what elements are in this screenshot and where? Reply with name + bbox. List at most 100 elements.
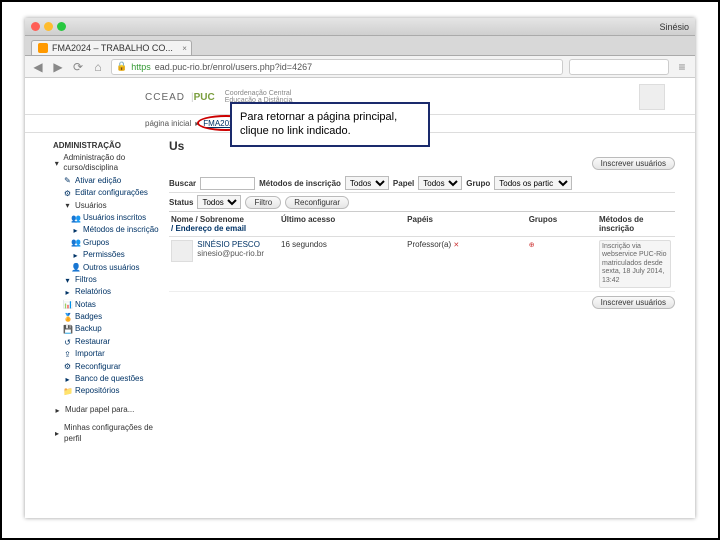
logo-puc: PUC <box>194 92 215 103</box>
sidebar-item-methods[interactable]: ▸Métodos de inscrição <box>53 224 161 236</box>
menu-icon[interactable]: ≡ <box>675 60 689 74</box>
sidebar-item-edit[interactable]: ✎Ativar edição <box>53 175 161 187</box>
system-user-chip: Sinésio <box>659 22 689 32</box>
enroll-users-button-bottom[interactable]: Inscrever usuários <box>592 296 675 309</box>
back-icon[interactable]: ◀ <box>31 60 45 74</box>
sidebar-label: Badges <box>75 312 102 322</box>
sidebar-item-otherusers[interactable]: 👤Outros usuários <box>53 262 161 274</box>
users-icon: 👥 <box>71 214 80 223</box>
forward-icon[interactable]: ▶ <box>51 60 65 74</box>
favicon-icon <box>38 43 48 53</box>
reset-button[interactable]: Reconfigurar <box>285 196 349 209</box>
breadcrumb-home[interactable]: página inicial <box>145 119 191 128</box>
sidebar-subgroup-users[interactable]: ▾Usuários <box>53 200 161 212</box>
tab-close-icon[interactable]: × <box>182 44 187 53</box>
sidebar-item-badges[interactable]: 🏅Badges <box>53 311 161 323</box>
sidebar-label: Reconfigurar <box>75 362 121 372</box>
chart-icon: 📊 <box>63 300 72 309</box>
sidebar-group-admin[interactable]: ▾Administração do curso/disciplina <box>53 152 161 175</box>
browser-search-input[interactable] <box>569 59 669 75</box>
folder-icon: 📁 <box>63 387 72 396</box>
logo-ccead: CCEAD <box>145 92 185 103</box>
enroll-users-button[interactable]: Inscrever usuários <box>592 157 675 170</box>
pencil-icon: ✎ <box>63 176 72 185</box>
restore-icon: ↺ <box>63 338 72 347</box>
sidebar-item-filters[interactable]: ▾Filtros <box>53 274 161 286</box>
sidebar-label: Usuários inscritos <box>83 213 146 223</box>
methods-select[interactable]: Todos <box>345 176 389 190</box>
role-label: Papel <box>393 179 414 188</box>
sidebar-label: Relatórios <box>75 287 111 297</box>
sidebar: ADMINISTRAÇÃO ▾Administração do curso/di… <box>53 139 161 445</box>
gear-icon: ⚙ <box>63 362 72 371</box>
col-roles[interactable]: Papéis <box>405 212 527 237</box>
enroll-row-top: Inscrever usuários <box>169 157 675 170</box>
sidebar-item-backup[interactable]: 💾Backup <box>53 323 161 335</box>
browser-tab[interactable]: FMA2024 – TRABALHO CO... × <box>31 40 192 55</box>
filter-row-2: Status Todos Filtro Reconfigurar <box>169 193 675 212</box>
chevron-down-icon: ▾ <box>53 159 60 168</box>
sidebar-item-groups[interactable]: 👥Grupos <box>53 237 161 249</box>
col-methods[interactable]: Métodos de inscrição <box>597 212 675 237</box>
sidebar-label: Restaurar <box>75 337 110 347</box>
sidebar-label: Métodos de inscrição <box>83 225 159 235</box>
col-groups[interactable]: Grupos <box>527 212 597 237</box>
callout-text: Para retornar a página principal, clique… <box>240 111 397 137</box>
sidebar-item-restore[interactable]: ↺Restaurar <box>53 336 161 348</box>
close-icon[interactable] <box>31 22 40 31</box>
col-name[interactable]: Nome / Sobrenome / Endereço de email <box>169 212 279 237</box>
sidebar-group-profile[interactable]: ▸Minhas configurações de perfil <box>53 422 161 445</box>
table-header-row: Nome / Sobrenome / Endereço de email Últ… <box>169 212 675 237</box>
sidebar-item-reports[interactable]: ▸Relatórios <box>53 286 161 298</box>
method-box: Inscrição via webservice PUC-Rio matricu… <box>599 240 671 288</box>
subtitle-line1: Coordenação Central <box>225 90 293 97</box>
save-icon: 💾 <box>63 325 72 334</box>
chevron-right-icon: ▸ <box>53 429 61 438</box>
lock-icon: 🔒 <box>116 61 127 72</box>
search-input[interactable] <box>200 177 255 190</box>
status-select[interactable]: Todos <box>197 195 241 209</box>
sidebar-item-permissions[interactable]: ▸Permissões <box>53 249 161 261</box>
cell-user: SINÉSIO PESCO sinesio@puc-rio.br <box>169 237 279 292</box>
sidebar-title: ADMINISTRAÇÃO <box>53 141 161 150</box>
home-icon[interactable]: ⌂ <box>91 60 105 74</box>
url-input[interactable]: 🔒 https ead.puc-rio.br/enrol/users.php?i… <box>111 59 563 75</box>
sidebar-group-switchrole[interactable]: ▸Mudar papel para... <box>53 404 161 416</box>
chevron-down-icon: ▾ <box>63 201 72 210</box>
remove-role-icon[interactable]: ✕ <box>453 242 459 249</box>
col-name-line1: Nome / Sobrenome <box>171 215 277 224</box>
col-name-line2: / Endereço de email <box>171 224 277 233</box>
page-content: CCEAD | PUC Coordenação Central Educação… <box>25 78 695 445</box>
sidebar-item-settings[interactable]: ⚙Editar configurações <box>53 187 161 199</box>
filter-icon: ▾ <box>63 276 72 285</box>
sidebar-label: Mudar papel para... <box>65 405 134 415</box>
minimize-icon[interactable] <box>44 22 53 31</box>
sidebar-item-repos[interactable]: 📁Repositórios <box>53 385 161 397</box>
url-scheme: https <box>131 62 151 72</box>
badge-icon: 🏅 <box>63 313 72 322</box>
zoom-icon[interactable] <box>57 22 66 31</box>
sidebar-item-questionbank[interactable]: ▸Banco de questões <box>53 373 161 385</box>
add-group-icon[interactable]: ⊕ <box>529 242 535 249</box>
mac-titlebar: Sinésio <box>25 18 695 36</box>
user-avatar[interactable] <box>639 84 665 110</box>
address-bar: ◀ ▶ ⟳ ⌂ 🔒 https ead.puc-rio.br/enrol/use… <box>25 56 695 78</box>
sidebar-item-enrolled[interactable]: 👥Usuários inscritos <box>53 212 161 224</box>
user-name[interactable]: SINÉSIO PESCO <box>197 240 264 249</box>
sidebar-label: Grupos <box>83 238 109 248</box>
filter-button[interactable]: Filtro <box>245 196 281 209</box>
col-lastaccess[interactable]: Último acesso <box>279 212 405 237</box>
sidebar-label: Backup <box>75 324 102 334</box>
sidebar-label: Importar <box>75 349 105 359</box>
chevron-right-icon: ▸ <box>63 375 72 384</box>
group-select[interactable]: Todos os partic <box>494 176 572 190</box>
tab-title: FMA2024 – TRABALHO CO... <box>52 43 173 53</box>
sidebar-item-grades[interactable]: 📊Notas <box>53 299 161 311</box>
window-controls <box>31 22 66 31</box>
reload-icon[interactable]: ⟳ <box>71 60 85 74</box>
role-select[interactable]: Todos <box>418 176 462 190</box>
users-table: Nome / Sobrenome / Endereço de email Últ… <box>169 212 675 292</box>
sidebar-item-import[interactable]: ⇪Importar <box>53 348 161 360</box>
url-text: ead.puc-rio.br/enrol/users.php?id=4267 <box>155 62 312 72</box>
sidebar-item-reset[interactable]: ⚙Reconfigurar <box>53 361 161 373</box>
